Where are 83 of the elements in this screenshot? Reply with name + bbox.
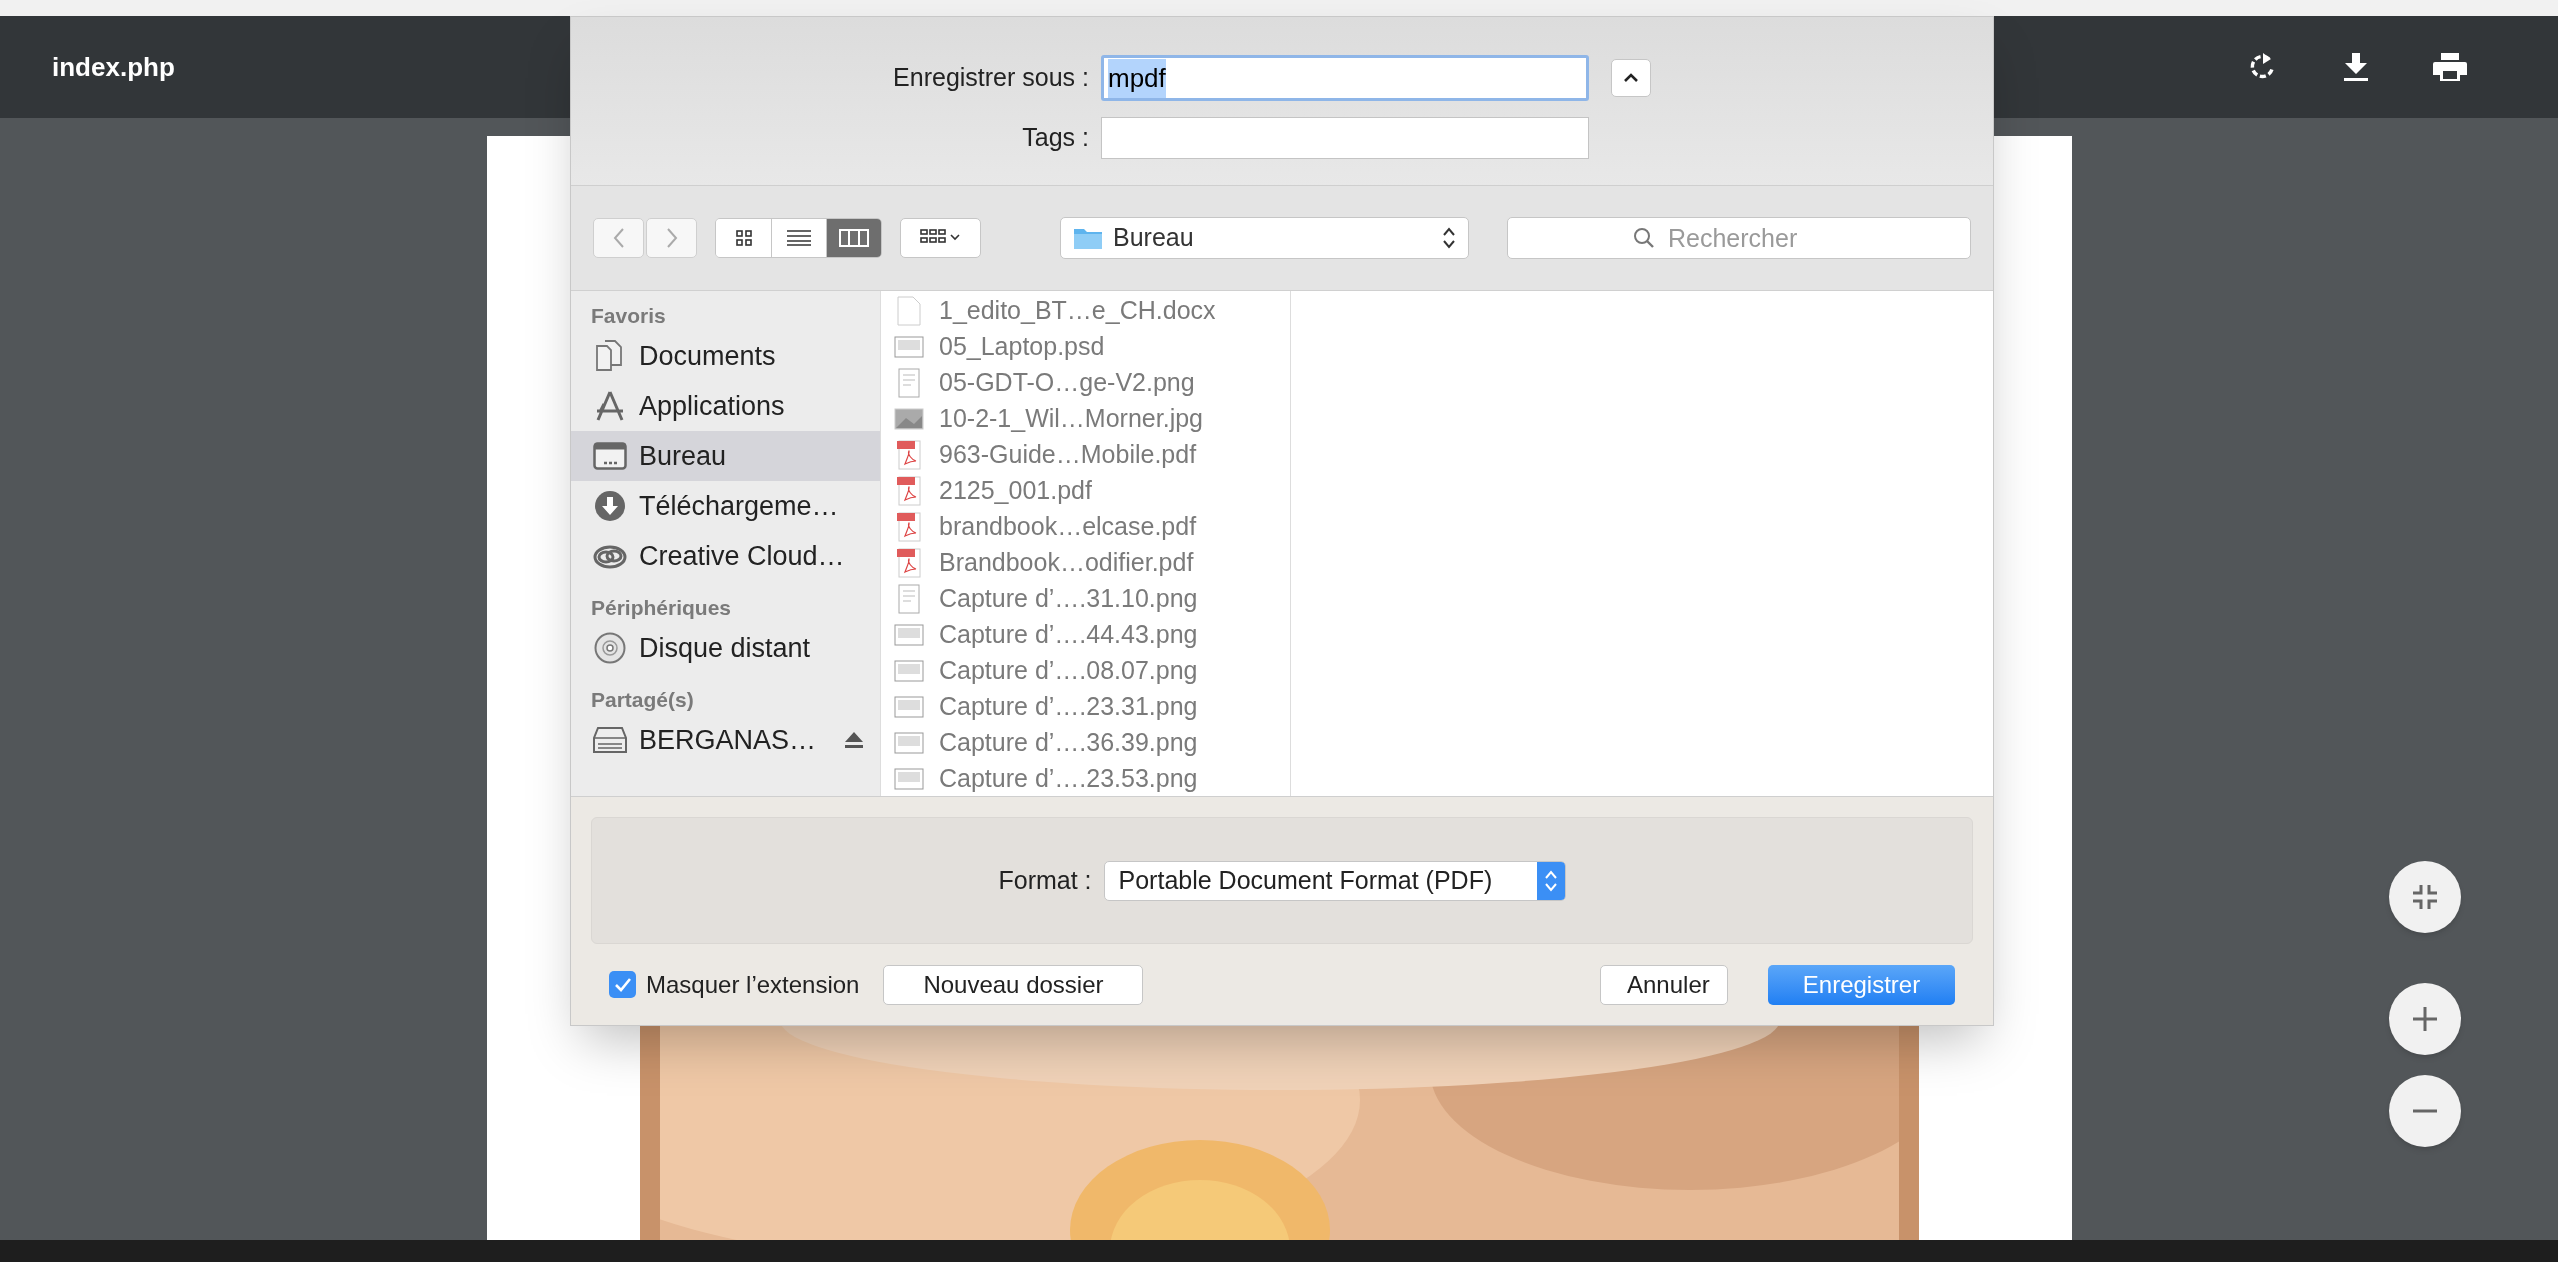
cancel-button[interactable]: Annuler: [1600, 964, 1728, 1005]
download-icon: [2343, 52, 2369, 82]
applications-icon: [594, 390, 626, 422]
page-thumbnail-icon: [898, 368, 920, 398]
shrink-icon: [2412, 884, 2438, 910]
disc-icon: [594, 632, 626, 664]
filename-text: mpdf: [1108, 58, 1166, 98]
file-item[interactable]: 05_Laptop.psd: [881, 329, 1290, 365]
document-title: index.php: [52, 50, 175, 84]
file-item[interactable]: 05-GDT-O…ge-V2.png: [881, 365, 1290, 401]
file-item[interactable]: Capture d’….36.39.png: [881, 725, 1290, 761]
file-item[interactable]: brandbook…elcase.pdf: [881, 509, 1290, 545]
file-item[interactable]: 10-2-1_Wil…Morner.jpg: [881, 401, 1290, 437]
view-mode-button[interactable]: [716, 219, 771, 257]
hide-extension-checkbox[interactable]: [609, 971, 636, 998]
file-item[interactable]: Capture d’….31.10.png: [881, 581, 1290, 617]
plus-icon: [2412, 1006, 2438, 1032]
field-label: Format :: [998, 864, 1092, 896]
image-thumbnail-icon: [894, 336, 924, 358]
sidebar-item[interactable]: Disque distant: [571, 623, 880, 673]
file-item[interactable]: Capture d’….08.07.png: [881, 653, 1290, 689]
cloud-icon: [593, 543, 627, 569]
arrange-button[interactable]: [900, 218, 981, 258]
sidebar-item[interactable]: Applications: [571, 381, 880, 431]
filename-field[interactable]: mpdf: [1101, 55, 1589, 101]
sidebar-heading: Favoris: [590, 302, 667, 329]
folder-icon: [1073, 226, 1103, 250]
search-icon: [1633, 227, 1655, 249]
tags-field[interactable]: [1101, 117, 1589, 159]
search-field[interactable]: Rechercher: [1507, 217, 1971, 259]
location-popup[interactable]: Bureau: [1060, 217, 1469, 259]
forward-icon: [664, 227, 679, 249]
field-label: Enregistrer sous :: [892, 62, 1089, 94]
sidebar-item[interactable]: Bureau: [571, 431, 880, 481]
image-thumbnail-icon: [894, 732, 924, 754]
save-button[interactable]: Enregistrer: [1768, 964, 1955, 1005]
back-icon: [611, 227, 626, 249]
image-thumbnail-icon: [894, 768, 924, 790]
new-folder-button[interactable]: Nouveau dossier: [883, 964, 1144, 1005]
checkmark-icon: [613, 976, 632, 993]
file-item[interactable]: 1_edito_BT…e_CH.docx: [881, 293, 1290, 329]
page-thumbnail-icon: [898, 584, 920, 614]
pdf-file-icon: [896, 548, 922, 578]
document-icon: [897, 296, 921, 326]
field-label: Tags :: [1021, 122, 1089, 154]
file-item[interactable]: Capture d’….44.43.png: [881, 617, 1290, 653]
download-icon: [594, 490, 626, 522]
print-icon: [2433, 52, 2467, 82]
image-thumbnail-icon: [894, 624, 924, 646]
chevron-up-icon: [1623, 73, 1639, 83]
minus-icon: [2412, 1109, 2438, 1113]
icon-view-icon: [735, 230, 752, 246]
file-item[interactable]: 963-Guide…Mobile.pdf: [881, 437, 1290, 473]
pdf-file-icon: [896, 440, 922, 470]
file-item[interactable]: Capture d’….23.31.png: [881, 689, 1290, 725]
pdf-file-icon: [896, 476, 922, 506]
pdf-file-icon: [896, 512, 922, 542]
sidebar-heading: Partagé(s): [590, 686, 695, 713]
file-item[interactable]: 2125_001.pdf: [881, 473, 1290, 509]
view-mode-button[interactable]: [771, 219, 826, 257]
column-view-icon: [839, 229, 869, 247]
collapse-button[interactable]: [1611, 59, 1651, 97]
location-text: Bureau: [1113, 222, 1195, 254]
desktop-icon: [593, 442, 627, 470]
list-view-icon: [786, 230, 812, 246]
checkbox-label: Masquer l’extension: [646, 969, 860, 1000]
sidebar-heading: Périphériques: [590, 594, 733, 621]
sidebar-item[interactable]: Creative Cloud…: [571, 531, 880, 581]
eject-icon[interactable]: [844, 731, 864, 749]
photo-thumbnail-icon: [894, 408, 924, 430]
stepper-icon: [1442, 226, 1456, 250]
file-item[interactable]: Capture d’….23.53.png: [881, 761, 1290, 796]
server-icon: [593, 726, 627, 754]
sidebar-item[interactable]: BERGANAS…: [571, 715, 880, 765]
image-thumbnail-icon: [894, 660, 924, 682]
sidebar-item[interactable]: Documents: [571, 331, 880, 381]
sidebar-item[interactable]: Téléchargeme…: [571, 481, 880, 531]
format-popup[interactable]: Portable Document Format (PDF): [1103, 860, 1566, 901]
image-thumbnail-icon: [894, 696, 924, 718]
stepper-icon: [1543, 868, 1558, 893]
file-item[interactable]: Brandbook…odifier.pdf: [881, 545, 1290, 581]
documents-icon: [595, 340, 625, 372]
view-mode-button[interactable]: [826, 219, 881, 257]
